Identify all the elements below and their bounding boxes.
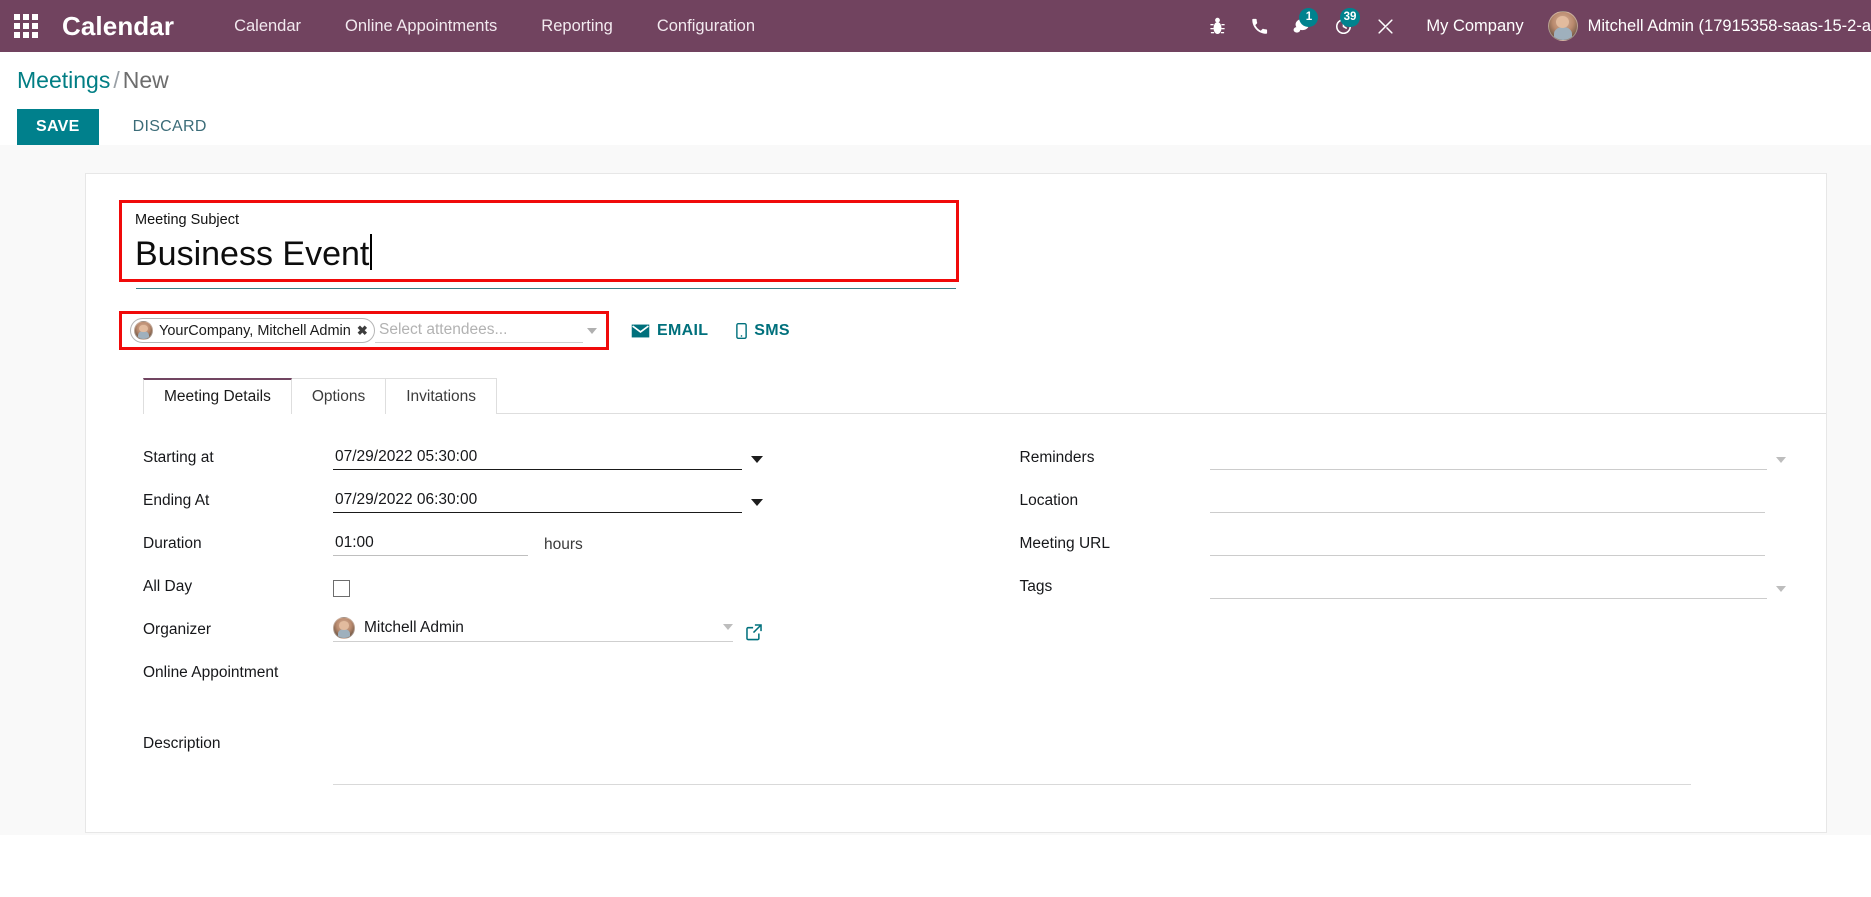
activities-badge: 39 bbox=[1339, 8, 1361, 27]
field-label-meeting-url: Meeting URL bbox=[1019, 535, 1110, 553]
tab-invitations[interactable]: Invitations bbox=[386, 378, 498, 415]
field-starting-at: Starting at bbox=[143, 444, 965, 471]
bug-icon[interactable] bbox=[1196, 0, 1238, 52]
activities-clock-icon[interactable]: 39 bbox=[1322, 0, 1364, 52]
organizer-dropdown-icon[interactable] bbox=[723, 623, 733, 630]
starting-at-input[interactable] bbox=[333, 448, 742, 471]
company-selector[interactable]: My Company bbox=[1406, 17, 1543, 36]
organizer-input[interactable]: Mitchell Admin bbox=[333, 617, 733, 643]
field-label-reminders: Reminders bbox=[1019, 449, 1095, 467]
breadcrumb: Meetings / New bbox=[0, 67, 1871, 93]
field-label-location: Location bbox=[1019, 492, 1079, 510]
attendees-input[interactable] bbox=[375, 318, 583, 343]
field-label-starting-at: Starting at bbox=[143, 449, 214, 467]
all-day-checkbox[interactable] bbox=[333, 580, 350, 598]
field-online-appointment: Online Appointment bbox=[143, 659, 965, 685]
menu-item-calendar[interactable]: Calendar bbox=[212, 0, 323, 52]
avatar bbox=[1547, 11, 1578, 41]
meeting-url-input[interactable] bbox=[1209, 534, 1765, 557]
text-cursor bbox=[370, 234, 373, 271]
tags-dropdown-icon[interactable] bbox=[1776, 586, 1786, 593]
tools-icon[interactable] bbox=[1364, 0, 1406, 52]
email-button-label: EMAIL bbox=[657, 321, 709, 339]
user-name-label: Mitchell Admin (17915358-saas-15-2-a bbox=[1587, 16, 1871, 35]
field-label-ending-at: Ending At bbox=[143, 492, 210, 510]
field-ending-at: Ending At bbox=[143, 487, 965, 514]
field-label-all-day: All Day bbox=[143, 578, 193, 596]
sms-button[interactable]: SMS bbox=[736, 322, 790, 340]
chevron-down-icon[interactable] bbox=[587, 327, 597, 334]
location-input[interactable] bbox=[1209, 491, 1765, 514]
sms-button-label: SMS bbox=[754, 321, 790, 339]
form-background: Meeting Subject Business Event YourCompa… bbox=[0, 145, 1871, 836]
attendee-tag[interactable]: YourCompany, Mitchell Admin ✖ bbox=[130, 318, 375, 344]
tab-meeting-details[interactable]: Meeting Details bbox=[143, 378, 292, 416]
messages-badge: 1 bbox=[1299, 8, 1319, 27]
starting-at-dropdown-icon[interactable] bbox=[751, 456, 763, 464]
messages-icon[interactable]: 1 bbox=[1280, 0, 1322, 52]
menu-item-online-appointments[interactable]: Online Appointments bbox=[323, 0, 519, 52]
breadcrumb-current: New bbox=[122, 67, 169, 93]
duration-input[interactable] bbox=[333, 534, 528, 557]
organizer-avatar bbox=[333, 617, 355, 640]
envelope-icon bbox=[631, 324, 650, 338]
tab-options[interactable]: Options bbox=[291, 378, 387, 415]
mobile-phone-icon bbox=[736, 322, 748, 339]
tags-input[interactable] bbox=[1209, 577, 1767, 600]
breadcrumb-separator: / bbox=[113, 67, 120, 93]
field-tags: Tags bbox=[1019, 573, 1786, 600]
meeting-subject-input-wrap[interactable]: Business Event bbox=[135, 229, 944, 274]
remove-attendee-icon[interactable]: ✖ bbox=[357, 324, 368, 337]
field-meeting-url: Meeting URL bbox=[1019, 530, 1787, 557]
phone-icon[interactable] bbox=[1238, 0, 1280, 52]
field-label-tags: Tags bbox=[1019, 578, 1053, 596]
field-label-organizer: Organizer bbox=[143, 621, 212, 639]
attendees-row: YourCompany, Mitchell Admin ✖ EMAIL SMS bbox=[119, 311, 1786, 351]
field-label-duration: Duration bbox=[143, 535, 202, 553]
control-panel: Meetings / New SAVE DISCARD bbox=[0, 52, 1871, 146]
reminders-dropdown-icon[interactable] bbox=[1776, 457, 1786, 464]
field-label-online-appointment: Online Appointment bbox=[143, 664, 279, 682]
app-brand-title[interactable]: Calendar bbox=[62, 11, 174, 42]
meeting-subject-group: Meeting Subject Business Event bbox=[119, 200, 959, 283]
top-navbar: Calendar Calendar Online Appointments Re… bbox=[0, 0, 1871, 52]
email-button[interactable]: EMAIL bbox=[631, 322, 708, 340]
ending-at-dropdown-icon[interactable] bbox=[751, 499, 763, 507]
organizer-name-label: Mitchell Admin bbox=[364, 619, 464, 637]
discard-button[interactable]: DISCARD bbox=[113, 109, 227, 145]
navbar-right-section: 1 39 My Company Mitchell Admin (17915358… bbox=[1196, 0, 1871, 52]
form-column-left: Starting at Ending At Duration bbox=[143, 444, 965, 702]
field-organizer: Organizer Mitchell Admin bbox=[143, 616, 965, 643]
form-column-right: Reminders Location Meeting URL Tags bbox=[965, 444, 1787, 702]
field-location: Location bbox=[1019, 487, 1787, 514]
field-all-day: All Day bbox=[143, 573, 965, 599]
attendee-tag-label: YourCompany, Mitchell Admin bbox=[159, 322, 351, 339]
apps-grid-icon[interactable] bbox=[0, 0, 52, 52]
notebook-tabs: Meeting Details Options Invitations bbox=[143, 378, 1826, 416]
form-fields: Starting at Ending At Duration bbox=[119, 444, 1786, 702]
breadcrumb-root[interactable]: Meetings bbox=[17, 67, 110, 93]
description-input[interactable] bbox=[333, 735, 1691, 786]
field-reminders: Reminders bbox=[1019, 444, 1786, 471]
attendees-group: YourCompany, Mitchell Admin ✖ bbox=[119, 311, 609, 351]
menu-item-reporting[interactable]: Reporting bbox=[519, 0, 635, 52]
record-actions: SAVE DISCARD bbox=[0, 109, 1871, 146]
organizer-external-link-icon[interactable] bbox=[745, 623, 763, 641]
user-menu[interactable]: Mitchell Admin (17915358-saas-15-2-a bbox=[1544, 11, 1871, 41]
meeting-subject-input[interactable]: Business Event bbox=[135, 235, 369, 274]
reminders-input[interactable] bbox=[1209, 448, 1767, 471]
form-sheet: Meeting Subject Business Event YourCompa… bbox=[85, 173, 1827, 834]
menu-item-configuration[interactable]: Configuration bbox=[635, 0, 777, 52]
ending-at-input[interactable] bbox=[333, 491, 742, 514]
field-description: Description bbox=[119, 735, 1786, 786]
meeting-subject-underline bbox=[136, 288, 956, 290]
field-duration: Duration hours bbox=[143, 530, 965, 557]
field-label-description: Description bbox=[143, 735, 221, 753]
attendee-avatar bbox=[134, 321, 153, 341]
meeting-subject-label: Meeting Subject bbox=[135, 212, 239, 229]
duration-units-label: hours bbox=[544, 536, 583, 554]
save-button[interactable]: SAVE bbox=[17, 109, 99, 146]
